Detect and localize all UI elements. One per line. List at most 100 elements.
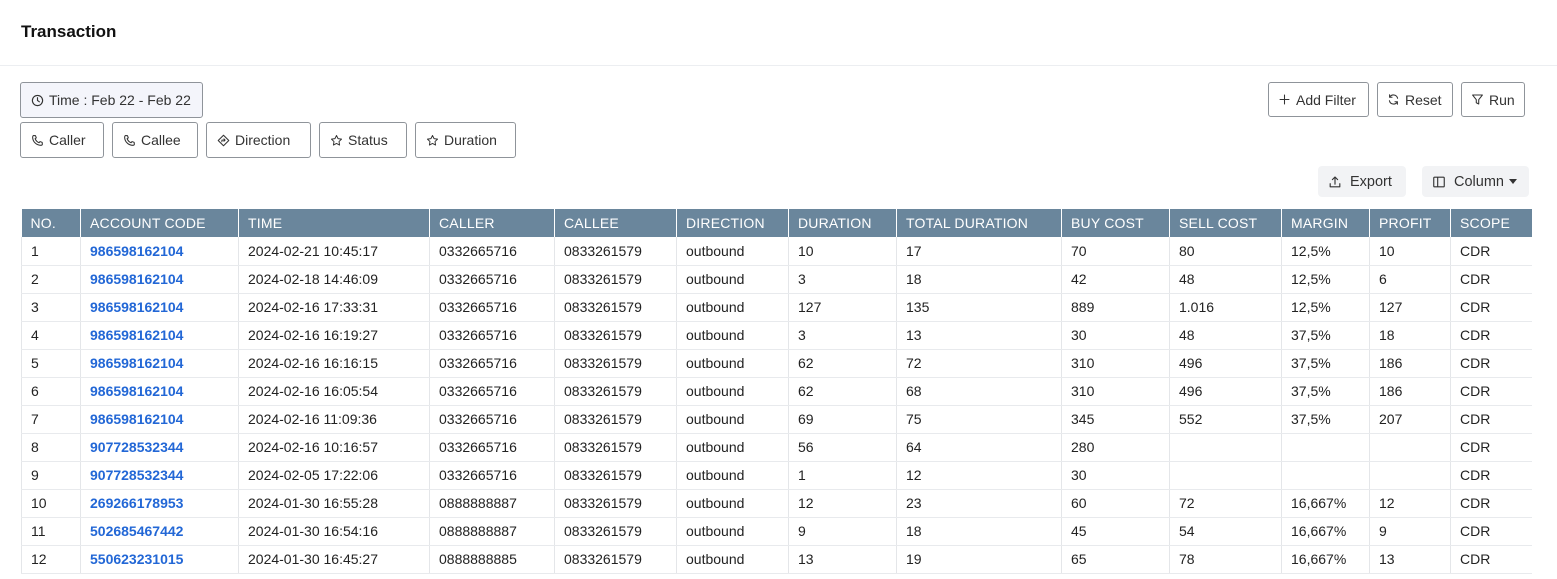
table-row[interactable]: 7 986598162104 2024-02-16 11:09:36 03326657… [21,405,1532,434]
table-cell: 2024-02-16 16:19:27 [238,321,430,350]
table-cell: 2024-02-16 11:09:36 [238,405,430,434]
table-cell: outbound [676,405,789,434]
table-cell: 72 [1169,489,1282,518]
table-row[interactable]: 3 986598162104 2024-02-16 17:33:31 03326657… [21,293,1532,322]
table-row[interactable]: 2 986598162104 2024-02-18 14:46:09 03326657… [21,265,1532,294]
column-header[interactable]: CALLEE [554,209,677,237]
table-cell: 0332665716 [429,433,555,462]
table-cell: 23 [896,489,1062,518]
table-cell: 0833261579 [554,461,677,490]
table-cell: 310 [1061,377,1170,406]
reset-button[interactable]: Reset [1377,82,1453,117]
table-cell: 12 [788,489,897,518]
table-header-row: NO. ACCOUNT CODE TIME CALLER CALLEE DIRECTION… [21,209,1532,237]
table-row[interactable]: 6 986598162104 2024-02-16 16:05:54 03326657… [21,377,1532,406]
table-cell: 2024-02-16 17:33:31 [238,293,430,322]
run-button[interactable]: Run [1461,82,1525,117]
table-cell: 9 [21,461,81,490]
table-cell: 17 [896,237,1062,266]
table-cell: 13 [788,545,897,574]
column-header[interactable]: BUY COST [1061,209,1170,237]
table-cell: 0833261579 [554,237,677,266]
table-row[interactable]: 1 986598162104 2024-02-21 10:45:17 03326657… [21,237,1532,266]
direction-icon [217,134,230,146]
account-code-link[interactable]: 986598162104 [80,321,239,350]
column-header[interactable]: NO. [21,209,81,237]
table-row[interactable]: 12 550623231015 2024-01-30 16:45:27 0888888… [21,545,1532,574]
transactions-table-container[interactable]: NO. ACCOUNT CODE TIME CALLER CALLEE DIRECTION… [21,209,1532,579]
table-cell: 9 [1369,517,1451,546]
column-header[interactable]: PROFIT [1369,209,1451,237]
account-code-link[interactable]: 907728532344 [80,433,239,462]
table-cell: 127 [788,293,897,322]
caller-filter-chip[interactable]: Caller [20,122,104,158]
table-cell: 3 [788,321,897,350]
account-code-link[interactable]: 269266178953 [80,489,239,518]
account-code-link[interactable]: 550623231015 [80,545,239,574]
table-cell: 12,5% [1281,265,1370,294]
table-cell: 18 [896,265,1062,294]
column-header[interactable]: DURATION [788,209,897,237]
table-cell: 12,5% [1281,293,1370,322]
table-cell: 56 [788,433,897,462]
direction-filter-label: Direction [235,132,291,148]
table-cell: CDR [1450,517,1532,546]
star-icon [330,134,343,146]
export-button[interactable]: Export [1318,166,1406,197]
table-cell: 0888888885 [429,545,555,574]
column-header[interactable]: CALLER [429,209,555,237]
clock-icon [31,94,44,106]
column-button[interactable]: Column [1422,166,1529,197]
table-cell: CDR [1450,237,1532,266]
column-label: Column [1454,173,1504,190]
table-cell: 0332665716 [429,265,555,294]
table-row[interactable]: 10 269266178953 2024-01-30 16:55:28 0888888… [21,489,1532,518]
account-code-link[interactable]: 986598162104 [80,349,239,378]
table-row[interactable]: 4 986598162104 2024-02-16 16:19:27 03326657… [21,321,1532,350]
callee-filter-chip[interactable]: Callee [112,122,198,158]
table-cell: 207 [1369,405,1451,434]
table-row[interactable]: 9 907728532344 2024-02-05 17:22:06 03326657… [21,461,1532,490]
account-code-link[interactable]: 986598162104 [80,265,239,294]
table-body: 1 986598162104 2024-02-21 10:45:17 03326657… [21,237,1532,574]
column-header[interactable]: DIRECTION [676,209,789,237]
table-row[interactable]: 8 907728532344 2024-02-16 10:16:57 03326657… [21,433,1532,462]
reset-label: Reset [1405,91,1442,108]
table-row[interactable]: 11 502685467442 2024-01-30 16:54:16 0888888… [21,517,1532,546]
table-cell: 11 [21,517,81,546]
table-cell: CDR [1450,545,1532,574]
table-cell: 54 [1169,517,1282,546]
add-filter-button[interactable]: Add Filter [1268,82,1369,117]
table-cell [1169,433,1282,462]
account-code-link[interactable]: 986598162104 [80,377,239,406]
columns-icon [1433,176,1445,187]
table-cell: 0833261579 [554,545,677,574]
column-header[interactable]: MARGIN [1281,209,1370,237]
status-filter-chip[interactable]: Status [319,122,407,158]
table-cell: 2024-01-30 16:54:16 [238,517,430,546]
table-cell: 1 [21,237,81,266]
table-cell: 0888888887 [429,489,555,518]
table-cell: 37,5% [1281,377,1370,406]
account-code-link[interactable]: 986598162104 [80,293,239,322]
table-cell: 9 [788,517,897,546]
table-cell: 18 [896,517,1062,546]
column-header[interactable]: TOTAL DURATION [896,209,1062,237]
column-header[interactable]: TIME [238,209,430,237]
table-cell: 496 [1169,349,1282,378]
duration-filter-chip[interactable]: Duration [415,122,516,158]
column-header[interactable]: ACCOUNT CODE [80,209,239,237]
table-cell: outbound [676,377,789,406]
account-code-link[interactable]: 907728532344 [80,461,239,490]
column-header[interactable]: SCOPE [1450,209,1532,237]
time-filter-chip[interactable]: Time : Feb 22 - Feb 22 [20,82,203,118]
table-cell: 30 [1061,321,1170,350]
account-code-link[interactable]: 986598162104 [80,237,239,266]
column-header[interactable]: SELL COST [1169,209,1282,237]
account-code-link[interactable]: 986598162104 [80,405,239,434]
table-row[interactable]: 5 986598162104 2024-02-16 16:16:15 03326657… [21,349,1532,378]
table-cell: 7 [21,405,81,434]
table-cell: 62 [788,377,897,406]
direction-filter-chip[interactable]: Direction [206,122,311,158]
account-code-link[interactable]: 502685467442 [80,517,239,546]
